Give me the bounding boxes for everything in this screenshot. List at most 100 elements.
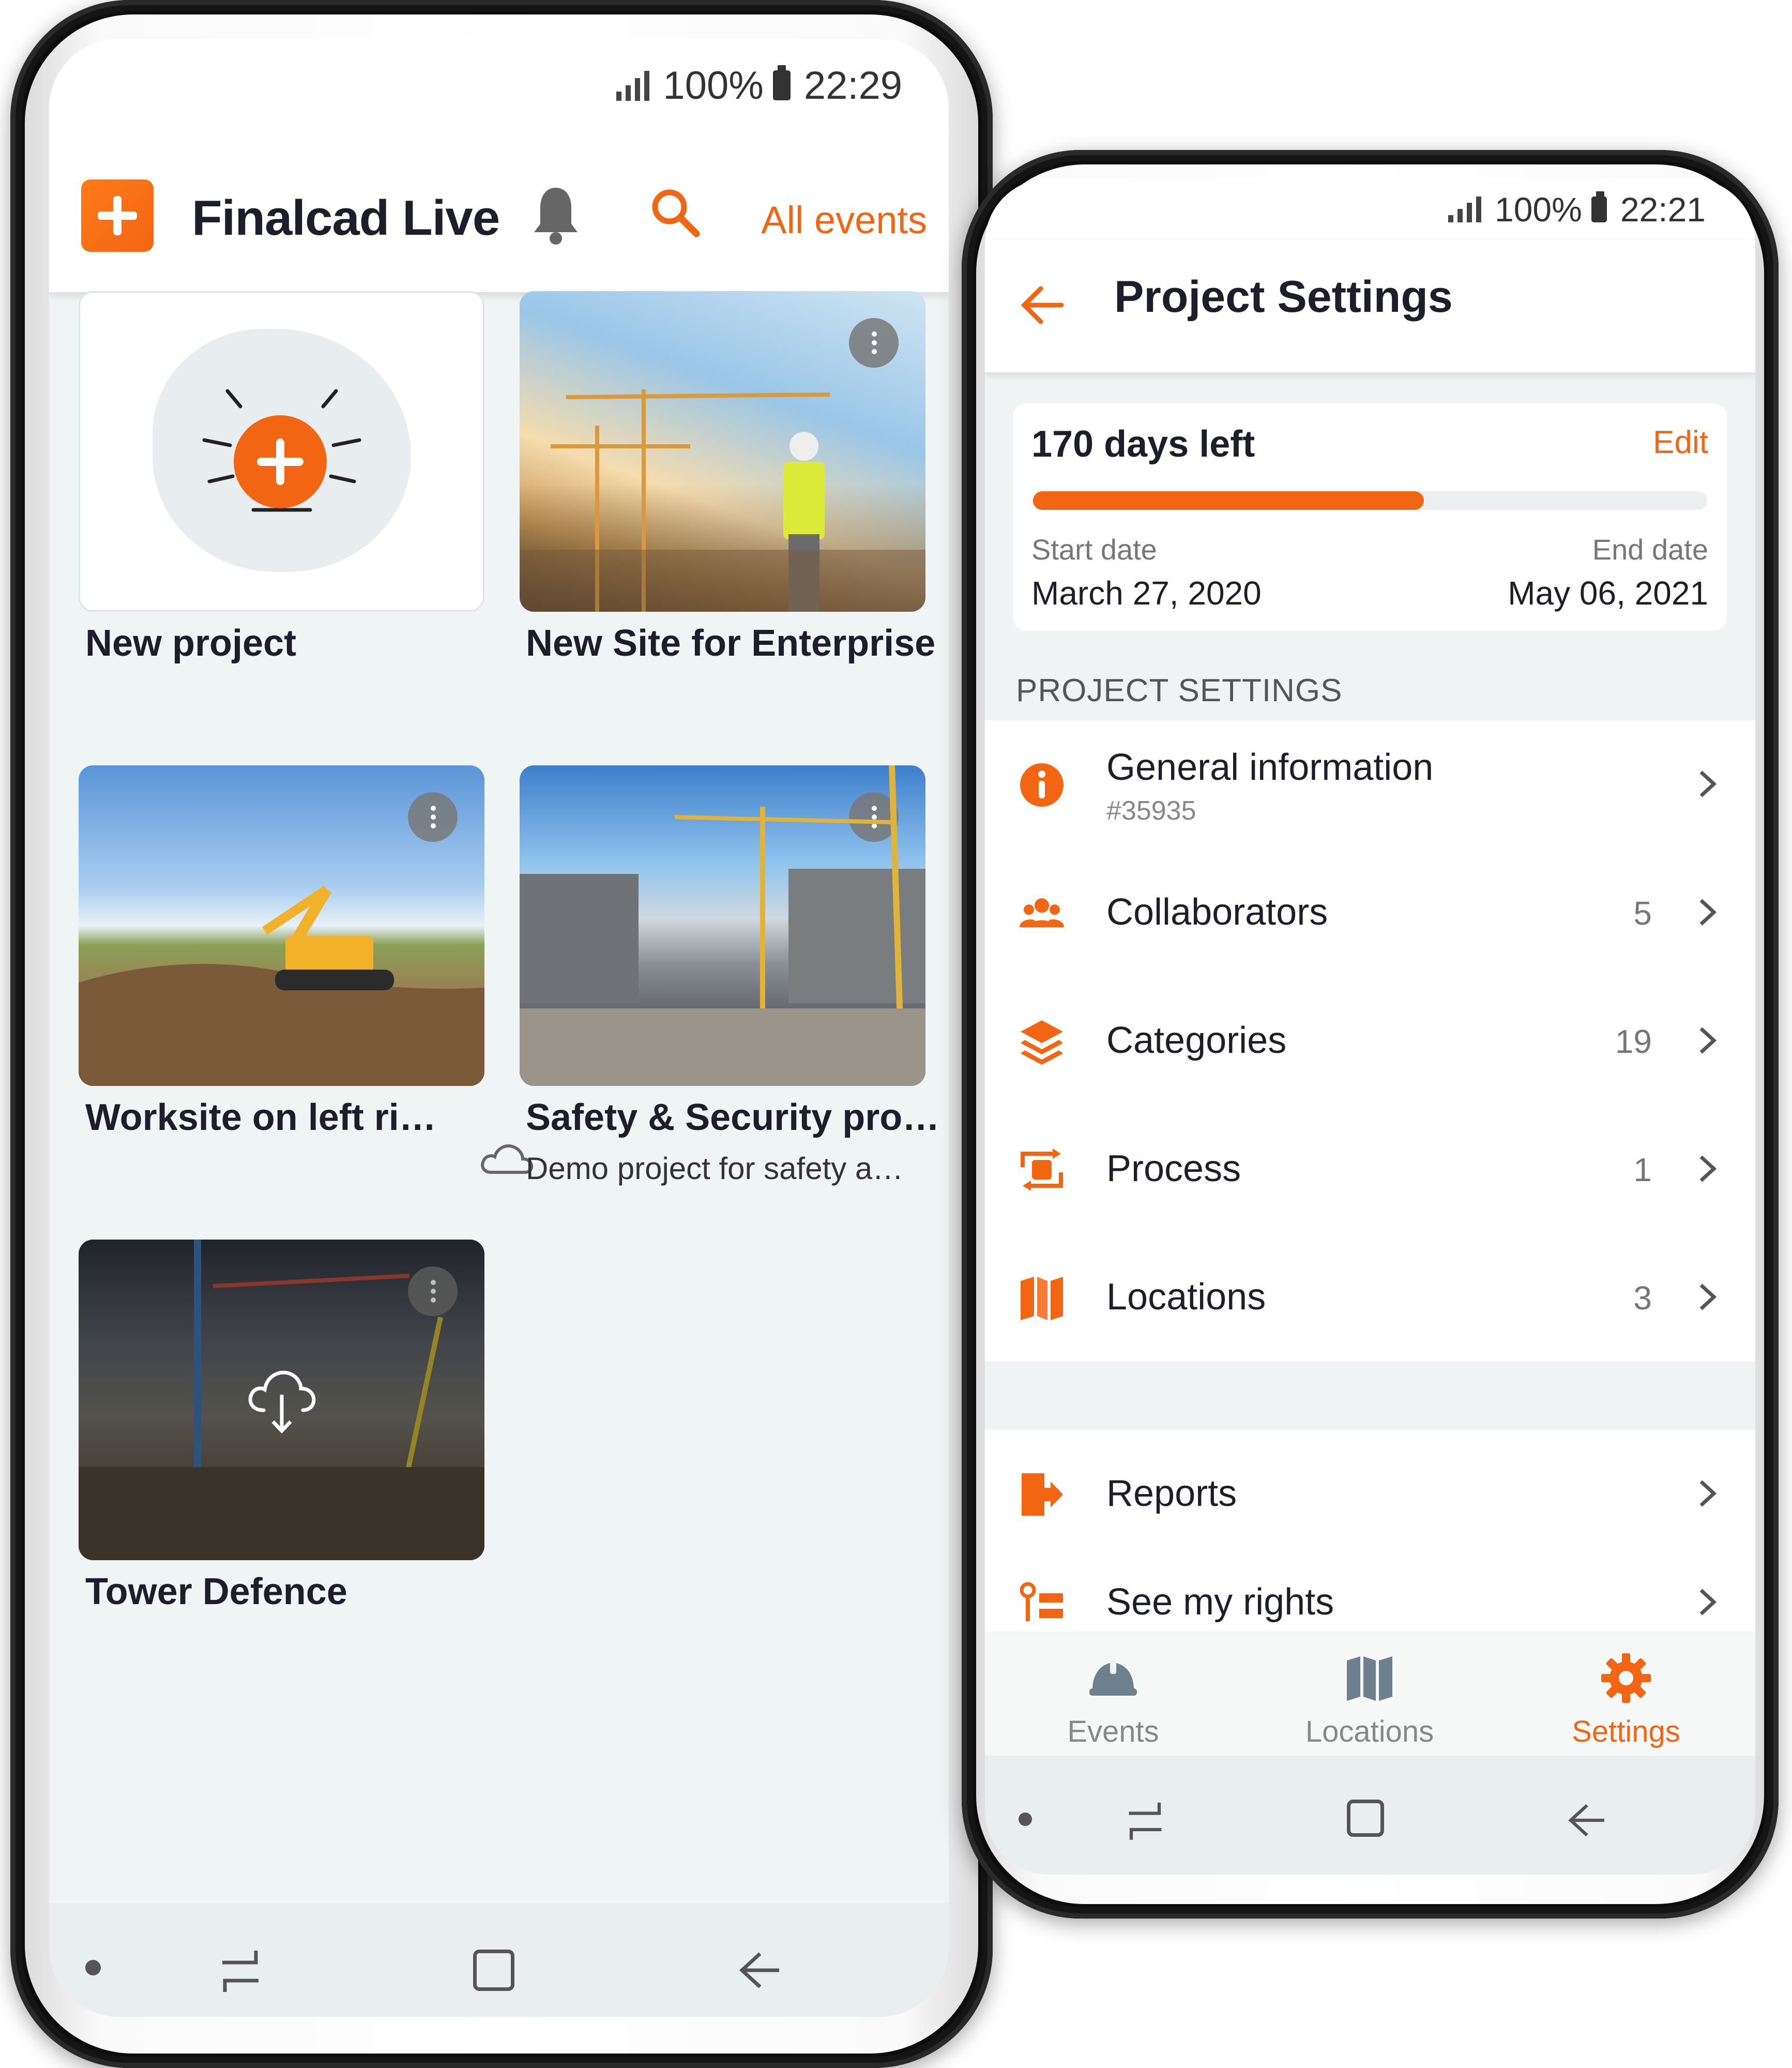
start-date-value: March 27, 2020	[1031, 575, 1262, 612]
chevron-right-icon	[1699, 1480, 1717, 1507]
construction-photo	[520, 389, 925, 612]
chevron-right-icon	[1699, 1155, 1717, 1182]
end-date-label: End date	[1592, 533, 1708, 566]
chevron-right-icon	[1699, 1284, 1717, 1310]
tab-settings[interactable]: Settings	[1498, 1632, 1754, 1756]
days-left-text: 170 days left	[1031, 424, 1255, 465]
hard-hat-icon	[1089, 1658, 1137, 1696]
finalcad-logo	[81, 179, 154, 252]
progress-fill	[1033, 491, 1424, 510]
signal-icon	[1448, 197, 1482, 222]
building-site-photo	[520, 765, 925, 1086]
start-date-label: Start date	[1031, 533, 1157, 566]
card-label: New Site for Enterprise	[526, 623, 936, 664]
progress-bar	[1033, 491, 1707, 510]
settings-item-process[interactable]: Process 1	[985, 1105, 1755, 1233]
settings-item-label: Reports	[1106, 1473, 1237, 1514]
process-icon	[1021, 1149, 1063, 1191]
settings-item-label: See my rights	[1106, 1581, 1334, 1623]
project-card-tower-defence[interactable]	[79, 1240, 484, 1560]
layers-icon	[1021, 1020, 1063, 1065]
bottom-tab-bar: Events Locations Settings	[985, 1632, 1755, 1756]
card-subtitle: Demo project for safety a…	[526, 1151, 904, 1186]
settings-item-label: General information	[1106, 747, 1434, 788]
search-icon[interactable]	[649, 186, 701, 238]
gear-icon	[1601, 1653, 1651, 1703]
page-title: Project Settings	[1114, 272, 1453, 322]
settings-item-label: Process	[1106, 1148, 1241, 1189]
item-count: 19	[1615, 1023, 1652, 1060]
home-icon[interactable]	[1347, 1800, 1384, 1837]
map-icon	[1347, 1656, 1392, 1701]
status-bar: 100% 22:21	[985, 178, 1755, 240]
settings-item-categories[interactable]: Categories 19	[985, 977, 1755, 1105]
settings-item-label: Categories	[1106, 1020, 1287, 1061]
all-events-link[interactable]: All events	[761, 198, 927, 242]
tab-label: Settings	[1572, 1715, 1680, 1748]
battery-icon	[1591, 191, 1607, 222]
settings-list: General information #35935 Collaborators…	[985, 720, 1755, 1362]
settings-item-general-information[interactable]: General information #35935	[985, 720, 1755, 849]
nav-dot-icon	[85, 1960, 101, 1975]
settings-extra-list: Reports See my rights	[985, 1430, 1755, 1632]
project-id: #35935	[1106, 796, 1196, 826]
tab-events[interactable]: Events	[985, 1632, 1241, 1756]
new-project-card[interactable]	[79, 291, 484, 612]
back-icon[interactable]	[732, 1944, 783, 1996]
battery-icon	[772, 65, 791, 100]
chevron-right-icon	[1699, 899, 1717, 926]
item-count: 5	[1633, 895, 1652, 932]
projects-screen: 100% 22:29 Finalcad Live All events New …	[49, 39, 949, 2017]
item-count: 1	[1633, 1151, 1652, 1188]
info-icon	[1020, 763, 1064, 807]
battery-percent: 100%	[1495, 190, 1582, 229]
project-card-safety[interactable]	[520, 765, 925, 1086]
status-bar: 100% 22:29	[49, 39, 949, 132]
nav-dot-icon	[1019, 1813, 1032, 1826]
recents-icon[interactable]	[1122, 1797, 1168, 1844]
report-export-icon	[1022, 1473, 1063, 1516]
chevron-right-icon	[1699, 1027, 1717, 1054]
settings-item-label: Collaborators	[1106, 892, 1328, 933]
tab-label: Events	[1067, 1715, 1159, 1748]
status-time: 22:29	[803, 63, 902, 108]
project-settings-screen: 100% 22:21 Project Settings 170 days lef…	[985, 178, 1755, 1875]
cloud-download-icon[interactable]	[243, 1358, 321, 1436]
tab-locations[interactable]: Locations	[1241, 1632, 1498, 1756]
add-icon	[234, 415, 327, 508]
bell-icon[interactable]	[530, 184, 582, 246]
card-label: Worksite on left ri…	[85, 1097, 436, 1138]
chevron-right-icon	[1699, 771, 1717, 797]
rights-list-icon	[1020, 1582, 1063, 1621]
chevron-right-icon	[1699, 1589, 1717, 1616]
settings-item-locations[interactable]: Locations 3	[985, 1233, 1755, 1362]
excavator-photo	[79, 885, 484, 1086]
item-count: 3	[1633, 1279, 1652, 1317]
system-nav-bar	[985, 1756, 1755, 1875]
project-card-worksite[interactable]	[79, 765, 484, 1086]
edit-button[interactable]: Edit	[1653, 424, 1708, 461]
signal-icon	[616, 70, 650, 101]
status-time: 22:21	[1620, 190, 1706, 229]
card-label: New project	[85, 623, 297, 664]
app-bar: Project Settings	[985, 240, 1755, 372]
section-title: PROJECT SETTINGS	[1016, 673, 1343, 708]
settings-item-label: Locations	[1106, 1276, 1266, 1318]
end-date-value: May 06, 2021	[1508, 575, 1708, 612]
system-nav-bar	[49, 1903, 949, 2017]
app-title: Finalcad Live	[192, 190, 500, 246]
settings-item-collaborators[interactable]: Collaborators 5	[985, 849, 1755, 977]
battery-percent: 100%	[663, 63, 764, 108]
tab-label: Locations	[1305, 1715, 1434, 1748]
recents-icon[interactable]	[215, 1944, 266, 1996]
card-label: Safety & Security pro…	[526, 1097, 940, 1138]
map-icon	[1021, 1277, 1063, 1320]
project-timeline-card: 170 days left Edit Start date March 27, …	[1013, 403, 1727, 631]
project-card-new-site[interactable]	[520, 291, 925, 612]
card-label: Tower Defence	[85, 1571, 347, 1612]
app-bar: Finalcad Live All events	[49, 132, 949, 292]
back-icon[interactable]	[1561, 1797, 1608, 1844]
people-icon	[1020, 898, 1064, 927]
back-arrow-icon[interactable]	[1016, 279, 1068, 331]
home-icon[interactable]	[473, 1950, 514, 1991]
